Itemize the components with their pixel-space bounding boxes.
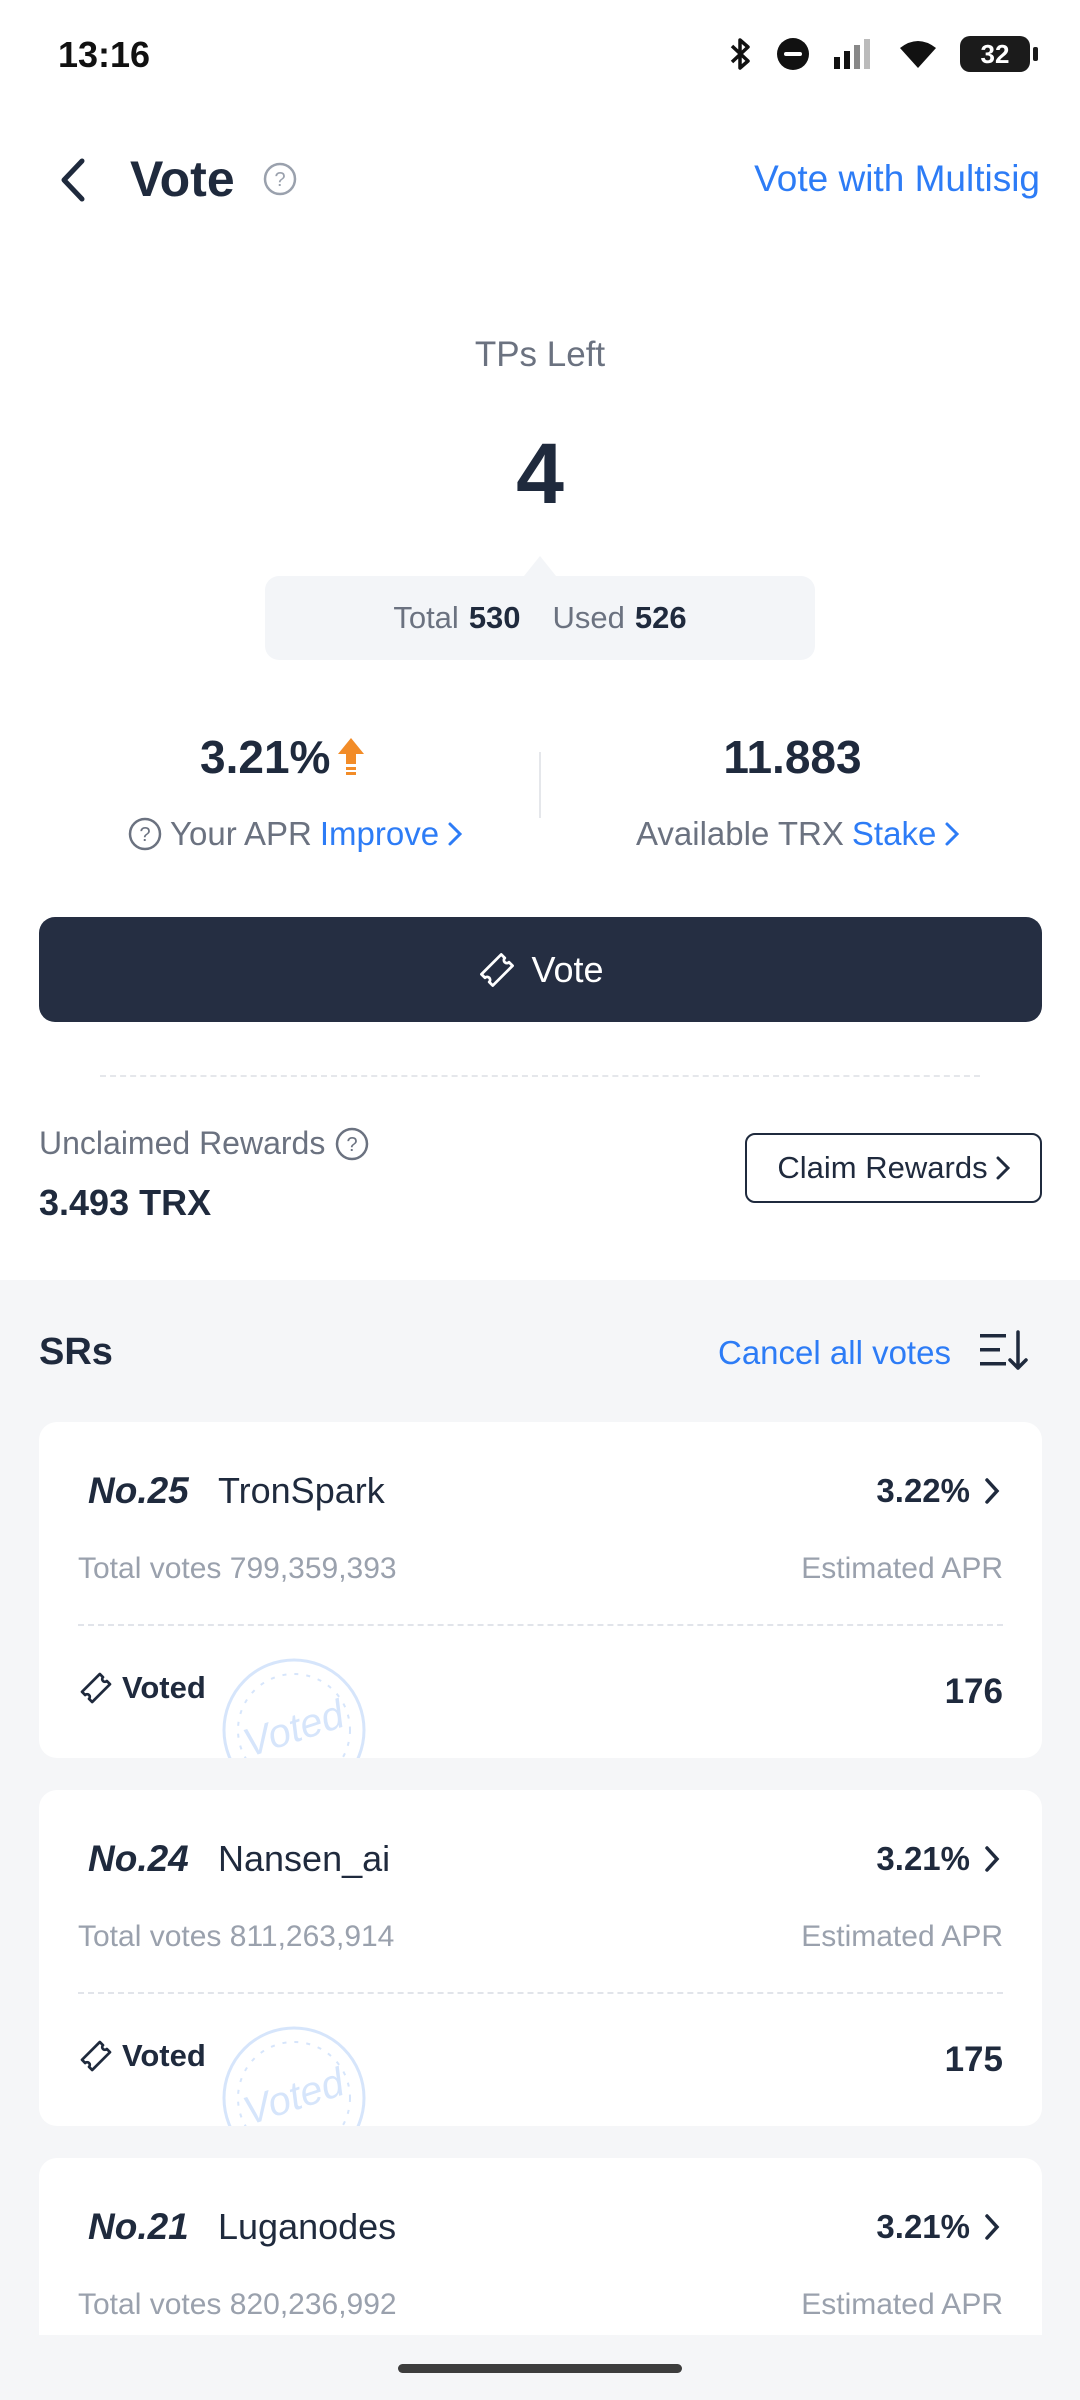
voted-stamp-text: Voted xyxy=(238,2060,351,2126)
sr-total-votes: Total votes 799,359,393 xyxy=(78,1552,397,1586)
unclaimed-rewards-label: Unclaimed Rewards xyxy=(39,1125,326,1161)
my-votes: 175 xyxy=(944,2040,1003,2079)
ticket-icon xyxy=(480,952,515,987)
apr-value-row: 3.21% xyxy=(200,730,366,784)
total-votes-label: Total votes xyxy=(78,1552,222,1585)
svg-text:?: ? xyxy=(139,824,150,846)
back-button[interactable] xyxy=(48,150,98,210)
total-votes-label: Total votes xyxy=(78,2288,222,2321)
trx-label-row: Available TRX Stake xyxy=(636,815,960,853)
sr-name: Nansen_ai xyxy=(218,1838,391,1879)
sr-name: Luganodes xyxy=(218,2206,397,2247)
tp-summary: Total 530 Used 526 xyxy=(265,576,815,660)
sr-apr-value: 3.21% xyxy=(876,1840,970,1877)
voted-label: Voted xyxy=(122,1670,206,1705)
voted-tag: Voted xyxy=(78,2038,206,2074)
sr-total-votes: Total votes 811,263,914 xyxy=(78,1920,394,1954)
stake-link[interactable]: Stake xyxy=(852,815,936,853)
card-divider xyxy=(78,1624,1003,1626)
sr-total-votes: Total votes 820,236,992 xyxy=(78,2288,397,2322)
tps-left-label: TPs Left xyxy=(474,335,606,374)
ticket-icon xyxy=(80,2040,112,2072)
apr-value: 3.21% xyxy=(200,731,331,783)
sr-card[interactable]: No.25 TronSpark 3.22% Total votes 799,35… xyxy=(39,1422,1042,1758)
sr-apr[interactable]: 3.22% xyxy=(876,1472,1000,1510)
total-label: Total xyxy=(393,600,459,635)
chevron-right-icon xyxy=(985,1478,1000,1504)
voted-stamp-text: Voted xyxy=(238,1692,351,1758)
home-indicator[interactable] xyxy=(398,2364,682,2373)
used-value: 526 xyxy=(634,600,687,635)
bluetooth-icon xyxy=(730,38,750,70)
voted-label: Voted xyxy=(122,2038,206,2073)
used-label: Used xyxy=(552,600,625,635)
total-votes-label: Total votes xyxy=(78,1920,222,1953)
signal-icon xyxy=(834,39,870,69)
estimated-apr-label: Estimated APR xyxy=(801,1920,1003,1953)
help-icon[interactable]: ? xyxy=(128,817,162,851)
chevron-right-icon xyxy=(448,822,463,846)
voted-tag: Voted xyxy=(78,1670,206,1706)
sr-title: SRs xyxy=(39,1331,113,1373)
page-title: Vote xyxy=(130,151,235,207)
svg-text:?: ? xyxy=(347,1134,358,1156)
claim-rewards-label: Claim Rewards xyxy=(777,1150,988,1185)
available-trx-label: Available TRX xyxy=(636,815,844,852)
tps-left-value: 4 xyxy=(516,426,564,522)
unclaimed-rewards-row: Unclaimed Rewards ? xyxy=(39,1125,369,1162)
sr-apr[interactable]: 3.21% xyxy=(876,2208,1000,2246)
voted-stamp: Voted xyxy=(209,1650,379,1758)
sr-apr-value: 3.22% xyxy=(876,1472,970,1509)
total-votes-value: 799,359,393 xyxy=(229,1552,397,1585)
sr-rank: No.21 xyxy=(88,2206,189,2247)
vote-button-label: Vote xyxy=(531,948,604,990)
vote-with-multisig-link[interactable]: Vote with Multisig xyxy=(754,158,1040,200)
section-divider xyxy=(100,1075,980,1077)
improve-link[interactable]: Improve xyxy=(320,815,439,853)
help-icon[interactable]: ? xyxy=(335,1127,369,1161)
ticket-icon xyxy=(80,1672,112,1704)
sr-name: TronSpark xyxy=(218,1470,385,1511)
chevron-right-icon xyxy=(985,2214,1000,2240)
total-votes-value: 820,236,992 xyxy=(229,2288,397,2321)
sr-card[interactable]: No.24 Nansen_ai 3.21% Total votes 811,26… xyxy=(39,1790,1042,2126)
do-not-disturb-icon xyxy=(777,38,809,70)
chevron-right-icon xyxy=(945,822,960,846)
battery-indicator: 32 xyxy=(960,36,1038,72)
tp-pointer xyxy=(524,556,556,576)
cancel-all-votes-link[interactable]: Cancel all votes xyxy=(718,1334,951,1372)
help-icon[interactable]: ? xyxy=(263,162,297,201)
sr-apr-value: 3.21% xyxy=(876,2208,970,2245)
status-time: 13:16 xyxy=(58,34,151,75)
chevron-left-icon xyxy=(61,158,85,202)
svg-text:?: ? xyxy=(274,169,285,191)
total-value: 530 xyxy=(468,600,521,635)
wifi-icon xyxy=(900,41,936,68)
my-votes: 176 xyxy=(944,1672,1003,1711)
card-divider xyxy=(78,1992,1003,1994)
chevron-right-icon xyxy=(996,1156,1010,1180)
claim-rewards-button[interactable]: Claim Rewards xyxy=(745,1133,1042,1203)
sort-icon[interactable] xyxy=(976,1328,1030,1379)
estimated-apr-label: Estimated APR xyxy=(801,2288,1003,2321)
chevron-right-icon xyxy=(985,1846,1000,1872)
vote-button[interactable]: Vote xyxy=(39,917,1042,1022)
arrow-up-icon xyxy=(338,738,365,775)
available-trx-value: 11.883 xyxy=(723,731,862,783)
sr-rank: No.24 xyxy=(88,1838,189,1879)
apr-label: Your APR xyxy=(170,815,312,852)
sr-rank: No.25 xyxy=(88,1470,189,1511)
status-icons: 32 xyxy=(728,36,1038,72)
total-votes-value: 811,263,914 xyxy=(229,1920,395,1953)
unclaimed-rewards-value: 3.493 TRX xyxy=(39,1182,212,1223)
apr-label-row: ? Your APR Improve xyxy=(128,815,463,853)
sr-apr[interactable]: 3.21% xyxy=(876,1840,1000,1878)
voted-stamp: Voted xyxy=(209,2018,379,2126)
estimated-apr-label: Estimated APR xyxy=(801,1552,1003,1585)
sr-card[interactable]: No.21 Luganodes 3.21% Total votes 820,23… xyxy=(39,2158,1042,2335)
